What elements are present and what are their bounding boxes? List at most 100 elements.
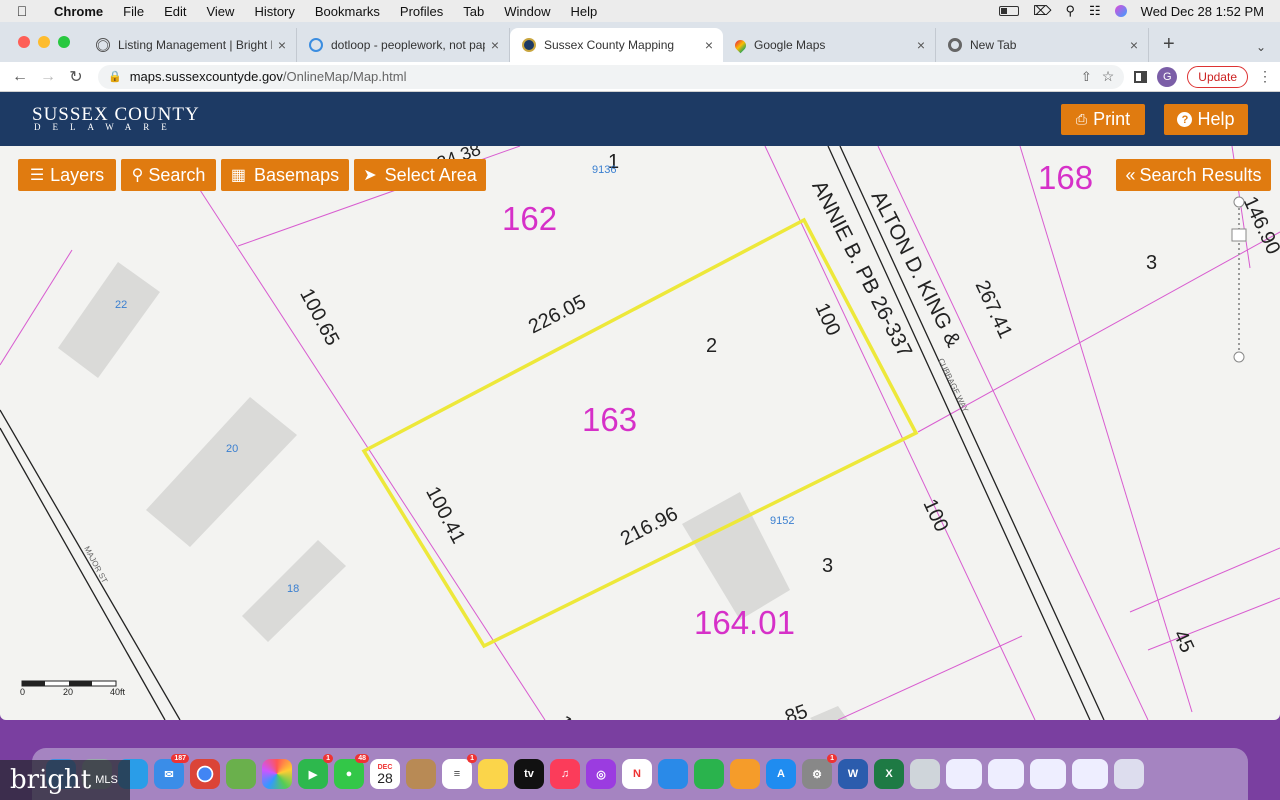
- select-area-label: Select Area: [384, 164, 477, 185]
- calendar-icon[interactable]: DEC 28: [370, 759, 400, 789]
- parcel-id-162[interactable]: 162: [502, 200, 557, 237]
- notes-icon[interactable]: [478, 759, 508, 789]
- zoom-in-icon[interactable]: [1233, 196, 1245, 208]
- tab-search-chevron-icon[interactable]: ⌄: [1242, 40, 1280, 62]
- apple-icon[interactable]: : [0, 3, 44, 19]
- search-button[interactable]: ⚲ Search: [121, 159, 216, 191]
- excel-icon[interactable]: X: [874, 759, 904, 789]
- menu-chrome[interactable]: Chrome: [44, 4, 113, 19]
- apple-tv-icon[interactable]: tv: [514, 759, 544, 789]
- menu-window[interactable]: Window: [494, 4, 560, 19]
- tab-sussex-county-mapping[interactable]: Sussex County Mapping ×: [510, 28, 723, 62]
- minimize-window-icon[interactable]: [38, 36, 50, 48]
- layers-label: Layers: [50, 164, 105, 185]
- trash-icon[interactable]: [1114, 759, 1144, 789]
- tab-listing-management[interactable]: ◯ Listing Management | Bright M ×: [84, 28, 297, 62]
- close-tab-icon[interactable]: ×: [278, 37, 286, 53]
- layers-icon: ☰: [29, 167, 45, 184]
- music-icon[interactable]: ♫: [550, 759, 580, 789]
- globe-icon: ◯: [96, 38, 110, 52]
- cursor-arrow-icon: ➤: [363, 167, 377, 184]
- tab-google-maps[interactable]: Google Maps ×: [723, 28, 936, 62]
- search-icon: ⚲: [131, 167, 144, 184]
- system-preferences-icon[interactable]: ⚙ 1: [802, 754, 837, 789]
- reminders-icon[interactable]: ≡ 1: [442, 754, 477, 789]
- kebab-menu-icon[interactable]: ⋮: [1258, 68, 1272, 85]
- back-icon[interactable]: ←: [6, 68, 34, 86]
- zoom-slider[interactable]: [1231, 196, 1247, 363]
- print-label: Print: [1093, 109, 1131, 129]
- mail-icon[interactable]: ✉ 187: [154, 754, 189, 789]
- menu-file[interactable]: File: [113, 4, 154, 19]
- update-button[interactable]: Update: [1187, 65, 1248, 88]
- parcel-id-164-01[interactable]: 164.01: [694, 604, 795, 641]
- podcasts-icon[interactable]: ◎: [586, 759, 616, 789]
- facetime-icon[interactable]: ▶ 1: [298, 754, 333, 789]
- zoom-window-icon[interactable]: [58, 36, 70, 48]
- print-button[interactable]: ⎙ Print: [1061, 104, 1145, 135]
- photos-icon[interactable]: [262, 759, 292, 789]
- contacts-icon[interactable]: [406, 759, 436, 789]
- parcel-line: [917, 231, 1280, 433]
- minimized-window-thumbnail[interactable]: [988, 759, 1024, 789]
- minimized-window-thumbnail[interactable]: [946, 759, 982, 789]
- menu-history[interactable]: History: [244, 4, 304, 19]
- scale-label: 20: [63, 687, 73, 697]
- lock-icon[interactable]: 🔒: [108, 70, 122, 83]
- minimized-window-thumbnail[interactable]: [1072, 759, 1108, 789]
- siri-icon[interactable]: [1114, 5, 1127, 17]
- menubar-clock[interactable]: Wed Dec 28 1:52 PM: [1141, 4, 1264, 19]
- zoom-out-icon[interactable]: [1233, 351, 1245, 363]
- menu-edit[interactable]: Edit: [154, 4, 196, 19]
- forward-icon[interactable]: →: [34, 68, 62, 86]
- wifi-icon[interactable]: ⌦: [1033, 3, 1051, 19]
- map-canvas[interactable]: 24 38 1 226.05 216.96 100.41 100.65 100 …: [0, 146, 1280, 720]
- window-controls: [0, 36, 84, 62]
- select-area-button[interactable]: ➤ Select Area: [354, 159, 486, 191]
- zoom-handle[interactable]: [1231, 228, 1247, 242]
- dotloop-icon: [309, 38, 323, 52]
- spotlight-icon[interactable]: ⚲: [1065, 3, 1075, 19]
- profile-avatar[interactable]: G: [1157, 66, 1178, 87]
- bookmark-star-icon[interactable]: ☆: [1102, 68, 1115, 85]
- close-tab-icon[interactable]: ×: [1130, 37, 1138, 53]
- search-results-button[interactable]: « Search Results: [1116, 159, 1271, 191]
- menu-bookmarks[interactable]: Bookmarks: [305, 4, 390, 19]
- battery-icon[interactable]: [999, 6, 1020, 16]
- parcel-id-163[interactable]: 163: [582, 401, 637, 438]
- control-center-icon[interactable]: ☷: [1089, 3, 1101, 19]
- menu-tab[interactable]: Tab: [453, 4, 494, 19]
- word-icon[interactable]: W: [838, 759, 868, 789]
- help-button[interactable]: ? Help: [1164, 104, 1248, 135]
- close-tab-icon[interactable]: ×: [705, 37, 713, 53]
- tab-dotloop[interactable]: dotloop - peoplework, not pape ×: [297, 28, 510, 62]
- parcel-map[interactable]: 24 38 1 226.05 216.96 100.41 100.65 100 …: [0, 146, 1280, 720]
- selected-parcel-outline[interactable]: [361, 217, 919, 649]
- address-bar[interactable]: 🔒 maps.sussexcountyde.gov /OnlineMap/Map…: [98, 64, 1125, 89]
- tab-new-tab[interactable]: New Tab ×: [936, 28, 1149, 62]
- numbers-icon[interactable]: [694, 759, 724, 789]
- close-tab-icon[interactable]: ×: [491, 37, 499, 53]
- new-tab-button[interactable]: +: [1149, 33, 1187, 62]
- keynote-icon[interactable]: [658, 759, 688, 789]
- parcel-id-168[interactable]: 168: [1038, 159, 1093, 196]
- app-store-icon[interactable]: A: [766, 759, 796, 789]
- close-tab-icon[interactable]: ×: [917, 37, 925, 53]
- minimized-window-thumbnail[interactable]: [1030, 759, 1066, 789]
- pages-icon[interactable]: [730, 759, 760, 789]
- menu-view[interactable]: View: [196, 4, 244, 19]
- menu-profiles[interactable]: Profiles: [390, 4, 453, 19]
- address-label: 9136: [592, 164, 616, 176]
- chrome-dock-icon[interactable]: [190, 759, 220, 789]
- messages-icon[interactable]: ● 48: [334, 754, 369, 789]
- close-window-icon[interactable]: [18, 36, 30, 48]
- side-panel-icon[interactable]: [1134, 70, 1148, 83]
- layers-button[interactable]: ☰ Layers: [18, 159, 116, 191]
- basemaps-button[interactable]: ▦ Basemaps: [221, 159, 349, 191]
- preview-icon[interactable]: [910, 759, 940, 789]
- maps-app-icon[interactable]: [226, 759, 256, 789]
- share-icon[interactable]: ⇧: [1081, 69, 1092, 85]
- reload-icon[interactable]: ↻: [62, 67, 90, 87]
- menu-help[interactable]: Help: [561, 4, 608, 19]
- news-icon[interactable]: N: [622, 759, 652, 789]
